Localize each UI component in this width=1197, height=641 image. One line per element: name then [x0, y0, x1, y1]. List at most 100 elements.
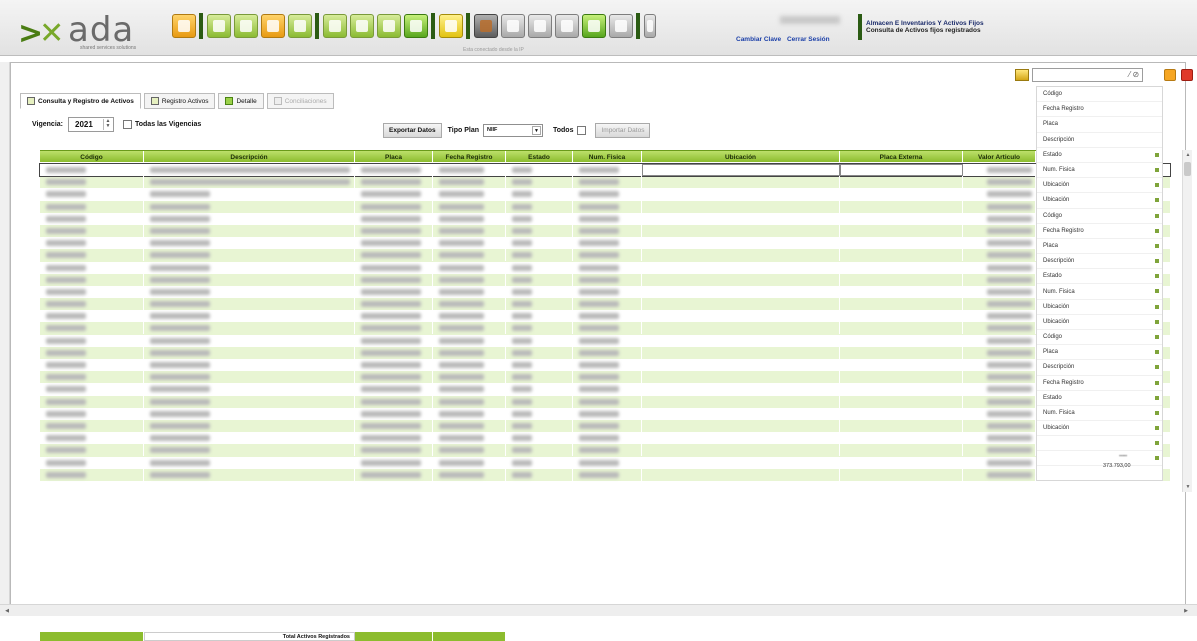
table-icon[interactable]: [555, 14, 579, 38]
column-menu-item[interactable]: Num. Fisica: [1037, 284, 1162, 300]
column-menu-item[interactable]: Ubicación: [1037, 315, 1162, 330]
column-toggle-icon[interactable]: [1155, 426, 1159, 431]
col-fecha-registro[interactable]: Fecha Registro: [433, 151, 506, 163]
export-button[interactable]: Exportar Datos: [383, 122, 442, 138]
table-row[interactable]: [40, 224, 1170, 238]
list-icon[interactable]: [323, 14, 347, 38]
column-menu-item[interactable]: Placa: [1037, 117, 1162, 133]
vigencia-stepper[interactable]: 2021 ▲ ▼: [68, 116, 114, 132]
table-row[interactable]: [40, 273, 1170, 286]
table-row[interactable]: [40, 383, 1170, 396]
column-menu-item[interactable]: Fecha Registro: [1037, 102, 1162, 118]
monitor-icon[interactable]: [404, 14, 428, 38]
column-menu-item[interactable]: Ubicación: [1037, 421, 1162, 437]
col-placa[interactable]: Placa: [355, 151, 433, 163]
column-toggle-icon[interactable]: [1155, 410, 1159, 415]
column-menu-item[interactable]: Placa: [1037, 345, 1162, 361]
table-row[interactable]: [40, 200, 1170, 213]
column-toggle-icon[interactable]: [1155, 395, 1159, 400]
table-row[interactable]: [40, 468, 1170, 481]
vertical-scrollbar[interactable]: ▲ ▼: [1182, 150, 1192, 492]
column-toggle-icon[interactable]: [1155, 152, 1159, 157]
table-row[interactable]: [40, 444, 1170, 457]
col-placa-externa[interactable]: Placa Externa: [840, 151, 963, 163]
col-valor-articulo[interactable]: Valor Articulo: [963, 151, 1036, 163]
table-row[interactable]: [40, 322, 1170, 335]
column-toggle-icon[interactable]: [1155, 228, 1159, 233]
column-menu-item[interactable]: Código: [1037, 209, 1162, 224]
todas-vigencias-checkbox[interactable]: [123, 119, 132, 129]
table-row[interactable]: [40, 176, 1170, 189]
column-menu-item[interactable]: Estado: [1037, 391, 1162, 406]
column-menu-item[interactable]: Descripción: [1037, 254, 1162, 270]
table-row[interactable]: [39, 162, 1171, 178]
table-row[interactable]: [40, 298, 1170, 311]
column-toggle-icon[interactable]: [1155, 259, 1159, 264]
col-codigo[interactable]: Código: [40, 151, 144, 163]
filter-picker-icon[interactable]: [1015, 69, 1029, 81]
window-icon[interactable]: [288, 14, 312, 38]
column-menu-item[interactable]: Ubicación: [1037, 193, 1162, 209]
column-toggle-icon[interactable]: [1155, 198, 1159, 203]
tab-consulta-registro[interactable]: Consulta y Registro de Activos: [20, 93, 141, 109]
table-row[interactable]: [40, 359, 1170, 372]
table-row[interactable]: [40, 371, 1170, 384]
column-menu-item[interactable]: Placa: [1037, 239, 1162, 255]
chart-icon[interactable]: [234, 14, 258, 38]
column-menu-item[interactable]: Fecha Registro: [1037, 376, 1162, 391]
column-toggle-icon[interactable]: [1155, 304, 1159, 309]
column-toggle-icon[interactable]: [1155, 441, 1159, 446]
edit-icon[interactable]: [261, 14, 285, 38]
palette-icon[interactable]: [644, 14, 656, 38]
search-icon[interactable]: [350, 14, 374, 38]
column-toggle-icon[interactable]: [1155, 183, 1159, 188]
column-toggle-icon[interactable]: [1155, 365, 1159, 370]
column-toggle-icon[interactable]: [1155, 213, 1159, 218]
scroll-up-icon[interactable]: ▲: [1183, 150, 1193, 160]
lock-icon[interactable]: [439, 14, 463, 38]
col-num-fisica[interactable]: Num. Fisica: [573, 151, 642, 163]
table-row[interactable]: [40, 456, 1170, 469]
table-row[interactable]: [40, 407, 1170, 420]
tipo-plan-select[interactable]: NIIF ▼: [482, 123, 543, 137]
scroll-left-icon[interactable]: ◀: [2, 606, 12, 616]
logout-link[interactable]: Cerrar Sesión: [787, 36, 830, 43]
record-icon[interactable]: [474, 14, 498, 38]
check-icon[interactable]: [582, 14, 606, 38]
table-row[interactable]: [40, 432, 1170, 445]
col-ubicacion[interactable]: Ubicación: [642, 151, 840, 163]
column-menu-item[interactable]: Código: [1037, 330, 1162, 346]
column-filter-input[interactable]: [1032, 68, 1143, 82]
table-row[interactable]: [40, 346, 1170, 359]
tab-registro-activos[interactable]: Registro Activos: [143, 93, 216, 109]
column-toggle-icon[interactable]: [1155, 289, 1159, 294]
maximize-icon[interactable]: [1164, 69, 1176, 81]
scroll-right-icon[interactable]: ▶: [1181, 606, 1191, 616]
table-row[interactable]: [40, 212, 1170, 225]
table-row[interactable]: [40, 395, 1170, 408]
todos-checkbox[interactable]: [577, 125, 587, 135]
column-toggle-icon[interactable]: [1155, 274, 1159, 279]
grid-icon[interactable]: [528, 14, 552, 38]
column-menu-item[interactable]: Código: [1037, 87, 1162, 103]
image-icon[interactable]: [377, 14, 401, 38]
table-row[interactable]: [40, 419, 1170, 433]
column-menu-item[interactable]: Ubicación: [1037, 178, 1162, 194]
table-row[interactable]: [40, 285, 1170, 299]
column-toggle-icon[interactable]: [1155, 456, 1159, 461]
tab-conciliaciones[interactable]: Conciliaciones: [266, 93, 334, 109]
table-row[interactable]: [40, 237, 1170, 250]
column-menu-item[interactable]: Descripción: [1037, 133, 1162, 148]
col-estado[interactable]: Estado: [506, 151, 573, 163]
column-toggle-icon[interactable]: [1155, 350, 1159, 355]
column-toggle-icon[interactable]: [1155, 335, 1159, 339]
column-menu-item[interactable]: Descripción: [1037, 360, 1162, 376]
folder-icon[interactable]: [172, 14, 196, 38]
column-menu-item[interactable]: Estado: [1037, 148, 1162, 163]
column-toggle-icon[interactable]: [1155, 380, 1159, 385]
filter-clear-icon[interactable]: ⁄ ⊘: [1129, 70, 1139, 79]
close-icon[interactable]: [1181, 69, 1193, 81]
column-toggle-icon[interactable]: [1155, 243, 1159, 248]
column-menu-item[interactable]: Num. Fisica: [1037, 406, 1162, 422]
table-row[interactable]: [40, 334, 1170, 347]
